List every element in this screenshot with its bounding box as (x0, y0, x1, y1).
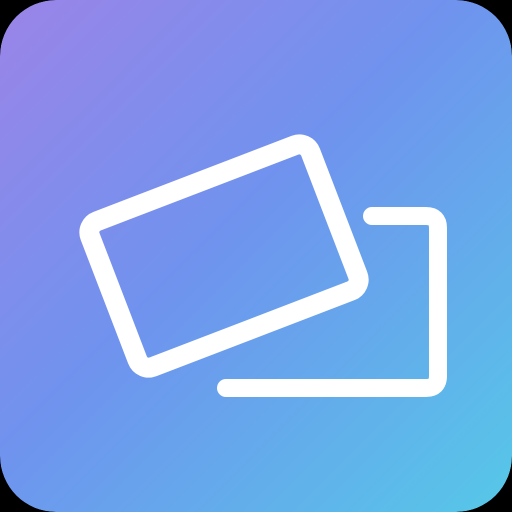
cards-icon (0, 0, 512, 512)
app-icon[interactable] (0, 0, 512, 512)
